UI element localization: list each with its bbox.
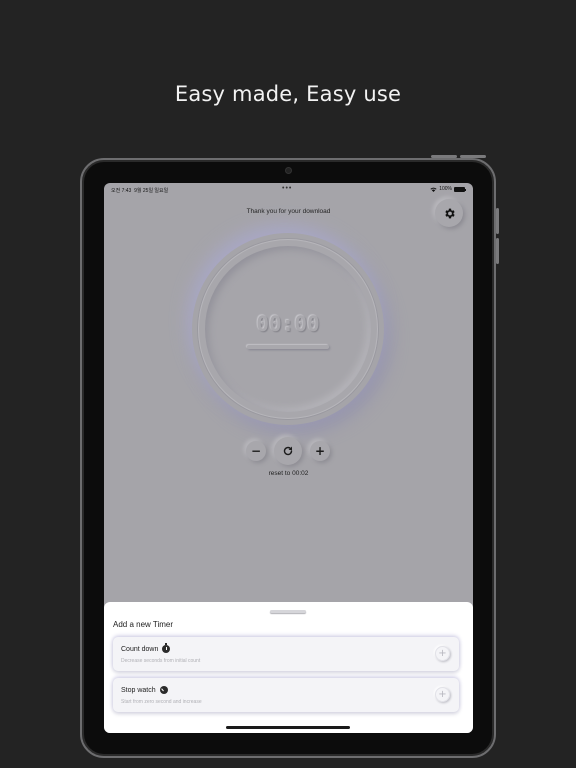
marketing-headline: Easy made, Easy use: [174, 82, 402, 106]
reset-button[interactable]: [274, 437, 302, 465]
decrease-button[interactable]: −: [246, 441, 266, 461]
option-title: Count down: [121, 643, 171, 653]
status-right: 100%: [430, 186, 466, 192]
add-count-down-button[interactable]: +: [435, 646, 450, 661]
add-timer-sheet: Add a new Timer Count down Decrease seco…: [104, 602, 473, 733]
front-camera: [286, 168, 291, 173]
timer-display: 00:00: [256, 312, 320, 336]
status-time: 오전 7:43 9월 25일 일요일: [111, 188, 169, 194]
device-volume-up: [496, 208, 499, 234]
add-stop-watch-button[interactable]: +: [435, 687, 450, 702]
reset-label: reset to 00:02: [268, 470, 309, 477]
status-bar: 오전 7:43 9월 25일 일요일 ••• 100%: [104, 183, 473, 197]
multitask-dots[interactable]: •••: [282, 185, 292, 192]
home-indicator[interactable]: [226, 726, 350, 729]
stopwatch-icon: [162, 643, 171, 653]
option-stop-watch[interactable]: Stop watch Start from zero second and in…: [113, 678, 459, 712]
thanks-message: Thank you for your download: [246, 208, 331, 215]
option-subtitle: Start from zero second and increase: [121, 699, 202, 705]
option-subtitle: Decrease seconds from initial count: [121, 658, 201, 664]
timer-progress-bar: [247, 345, 329, 349]
device-volume-down: [496, 238, 499, 264]
sheet-drag-handle[interactable]: [270, 610, 306, 613]
clock-icon: [159, 686, 168, 694]
app-screen: 오전 7:43 9월 25일 일요일 ••• 100% Thank you fo…: [104, 183, 473, 733]
option-count-down[interactable]: Count down Decrease seconds from initial…: [113, 637, 459, 671]
wifi-icon: [430, 187, 437, 192]
gear-icon: [444, 208, 455, 218]
increase-button[interactable]: +: [310, 441, 330, 461]
refresh-icon: [283, 446, 293, 456]
settings-button[interactable]: [435, 199, 463, 227]
sheet-title: Add a new Timer: [113, 620, 174, 629]
battery-icon: [454, 186, 466, 192]
option-title: Stop watch: [121, 686, 168, 694]
battery-percent: 100%: [439, 186, 452, 192]
